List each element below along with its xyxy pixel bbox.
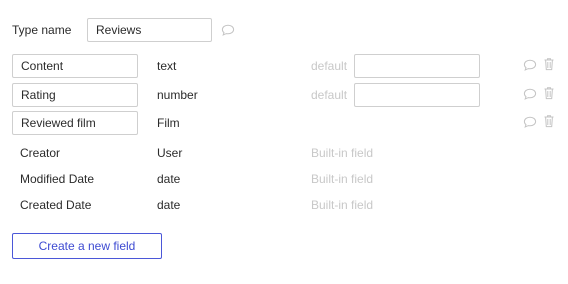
field-row: number default	[12, 83, 558, 107]
field-type: date	[157, 172, 181, 186]
builtin-field-row: Created Date date Built-in field	[12, 193, 558, 217]
default-value-input[interactable]	[354, 54, 480, 78]
comment-icon[interactable]	[523, 88, 537, 100]
comment-icon[interactable]	[221, 24, 235, 36]
builtin-field-note: Built-in field	[311, 172, 374, 186]
comment-icon[interactable]	[523, 59, 537, 71]
trash-icon[interactable]	[543, 114, 555, 128]
default-label: default	[311, 88, 348, 102]
builtin-field-row: Modified Date date Built-in field	[12, 167, 558, 191]
field-row: text default	[12, 54, 558, 78]
create-new-field-button[interactable]: Create a new field	[12, 233, 162, 259]
trash-icon[interactable]	[543, 86, 555, 100]
field-type: number	[157, 88, 198, 102]
default-value-input[interactable]	[354, 83, 480, 107]
field-name-input[interactable]	[12, 83, 138, 107]
builtin-field-note: Built-in field	[311, 146, 374, 160]
type-name-row: Type name	[12, 18, 235, 42]
field-name-input[interactable]	[12, 111, 138, 135]
field-type: Film	[157, 116, 180, 130]
type-name-label: Type name	[12, 23, 72, 37]
trash-icon[interactable]	[543, 57, 555, 71]
comment-icon[interactable]	[523, 116, 537, 128]
builtin-field-note: Built-in field	[311, 198, 374, 212]
field-name-input[interactable]	[12, 54, 138, 78]
type-name-input[interactable]	[87, 18, 212, 42]
builtin-field-row: Creator User Built-in field	[12, 141, 558, 165]
field-type: text	[157, 59, 177, 73]
default-label: default	[311, 59, 348, 73]
builtin-field-name: Created Date	[20, 198, 92, 212]
field-type: User	[157, 146, 183, 160]
builtin-field-name: Modified Date	[20, 172, 95, 186]
field-type: date	[157, 198, 181, 212]
field-row: Film	[12, 111, 558, 135]
builtin-field-name: Creator	[20, 146, 61, 160]
